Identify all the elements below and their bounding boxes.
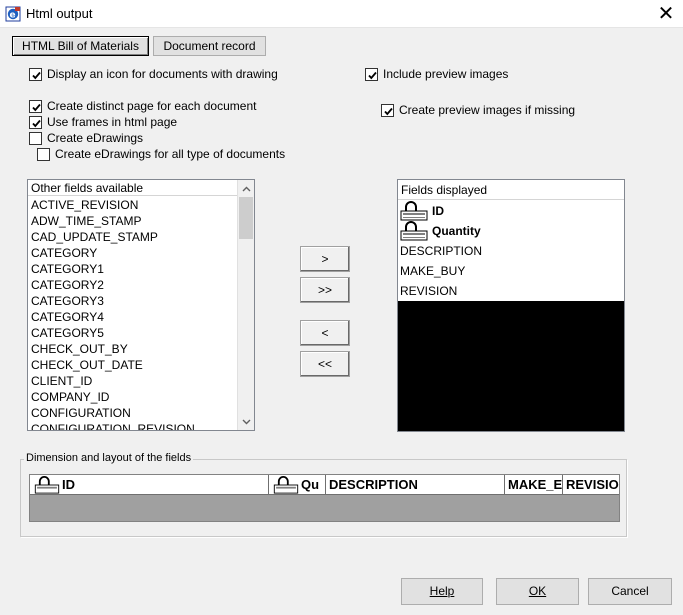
checkmark-icon[interactable]	[29, 115, 42, 129]
tab-document-record[interactable]: Document record	[153, 36, 266, 56]
edrawings-all-label: Create eDrawings for all type of documen…	[55, 147, 286, 161]
list-item[interactable]: CLIENT_ID	[31, 373, 92, 389]
remove-field-button[interactable]: <	[300, 320, 350, 346]
list-item[interactable]: DESCRIPTION	[400, 241, 482, 261]
list-item[interactable]: ADW_TIME_STAMP	[31, 213, 141, 229]
field-label: Quantity	[432, 224, 481, 238]
remove-field-label: <	[321, 326, 329, 340]
ok-label: OK	[528, 584, 547, 598]
column-header[interactable]: Qu	[269, 475, 326, 495]
edrawings-all-checkbox[interactable]: Create eDrawings for all type of documen…	[37, 147, 285, 161]
scroll-down-icon[interactable]	[238, 413, 254, 430]
checkbox-box[interactable]	[29, 131, 42, 145]
lock-icon	[400, 201, 428, 221]
list-item[interactable]: COMPANY_ID	[31, 389, 109, 405]
layout-grid-header: ID Qu DESCRIPTION MAKE_E REVISIO	[30, 475, 619, 495]
list-item[interactable]: CATEGORY1	[31, 261, 104, 277]
list-item[interactable]: CHECK_OUT_BY	[31, 341, 128, 357]
help-button[interactable]: Help	[401, 578, 483, 605]
column-label: MAKE_E	[508, 477, 563, 492]
app-icon: e	[5, 6, 21, 22]
help-label: Help	[429, 584, 455, 598]
column-header[interactable]: MAKE_E	[505, 475, 563, 495]
lock-icon	[273, 476, 299, 494]
remove-all-label: <<	[317, 357, 332, 371]
column-header[interactable]: ID	[30, 475, 269, 495]
list-item[interactable]: Quantity	[400, 221, 481, 241]
list-item[interactable]: CATEGORY4	[31, 309, 104, 325]
create-edrawings-checkbox[interactable]: Create eDrawings	[29, 131, 143, 145]
add-field-label: >	[321, 252, 329, 266]
layout-group-legend: Dimension and layout of the fields	[24, 452, 194, 464]
distinct-page-checkbox[interactable]: Create distinct page for each document	[29, 99, 256, 113]
list-item[interactable]: REVISION	[400, 281, 457, 301]
list-item[interactable]: CATEGORY3	[31, 293, 104, 309]
add-all-label: >>	[317, 283, 332, 297]
available-fields-list[interactable]: Other fields available ACTIVE_REVISION A…	[27, 179, 255, 431]
tab-html-bom-label: HTML Bill of Materials	[22, 39, 139, 53]
field-label: DESCRIPTION	[400, 244, 483, 258]
include-preview-label: Include preview images	[383, 67, 509, 81]
display-icon-label: Display an icon for documents with drawi…	[47, 67, 278, 81]
svg-text:e: e	[10, 10, 16, 20]
lock-icon	[400, 221, 428, 241]
list-item[interactable]: CAD_UPDATE_STAMP	[31, 229, 158, 245]
available-fields-header: Other fields available	[28, 180, 237, 196]
include-preview-checkbox[interactable]: Include preview images	[365, 67, 508, 81]
close-icon[interactable]: ✕	[650, 1, 682, 27]
checkmark-icon[interactable]	[29, 67, 42, 81]
scroll-up-icon[interactable]	[238, 180, 254, 197]
add-field-button[interactable]: >	[300, 246, 350, 272]
display-icon-checkbox[interactable]: Display an icon for documents with drawi…	[29, 67, 278, 81]
checkmark-icon[interactable]	[381, 103, 394, 117]
window-title: Html output	[26, 6, 93, 21]
list-item[interactable]: ACTIVE_REVISION	[31, 197, 138, 213]
column-label: Qu	[301, 477, 320, 492]
create-edrawings-label: Create eDrawings	[47, 131, 144, 145]
use-frames-checkbox[interactable]: Use frames in html page	[29, 115, 177, 129]
field-label: REVISION	[400, 284, 458, 298]
displayed-fields-list[interactable]: Fields displayed ID Quantity DESCRIPTION…	[397, 179, 625, 432]
field-label: ID	[432, 204, 444, 218]
list-item[interactable]: CATEGORY2	[31, 277, 104, 293]
column-header[interactable]: DESCRIPTION	[326, 475, 505, 495]
cancel-label: Cancel	[611, 584, 649, 598]
create-preview-label: Create preview images if missing	[399, 103, 576, 117]
checkmark-icon[interactable]	[29, 99, 42, 113]
remove-all-fields-button[interactable]: <<	[300, 351, 350, 377]
list-item[interactable]: CATEGORY	[31, 245, 97, 261]
distinct-page-label: Create distinct page for each document	[47, 99, 257, 113]
tab-document-record-label: Document record	[163, 39, 256, 53]
scrollbar-thumb[interactable]	[239, 197, 253, 239]
layout-grid[interactable]: ID Qu DESCRIPTION MAKE_E REVISIO	[29, 474, 620, 522]
list-item[interactable]: CONFIGURATION_REVISION	[31, 421, 195, 430]
add-all-fields-button[interactable]: >>	[300, 277, 350, 303]
checkmark-icon[interactable]	[365, 67, 378, 81]
lock-icon	[34, 476, 60, 494]
column-label: ID	[62, 477, 75, 492]
available-list-scrollbar[interactable]	[237, 180, 254, 430]
column-label: DESCRIPTION	[329, 477, 418, 492]
list-item[interactable]: MAKE_BUY	[400, 261, 465, 281]
column-label: REVISIO	[566, 477, 619, 492]
title-bar: e Html output ✕	[0, 0, 683, 28]
list-item[interactable]: CATEGORY5	[31, 325, 104, 341]
column-header[interactable]: REVISIO	[563, 475, 619, 495]
create-preview-checkbox[interactable]: Create preview images if missing	[381, 103, 575, 117]
list-item[interactable]: CONFIGURATION	[31, 405, 131, 421]
list-item[interactable]: CHECK_OUT_DATE	[31, 357, 143, 373]
use-frames-label: Use frames in html page	[47, 115, 178, 129]
cancel-button[interactable]: Cancel	[588, 578, 672, 605]
ok-button[interactable]: OK	[496, 578, 579, 605]
field-label: MAKE_BUY	[400, 264, 466, 278]
tab-html-bom[interactable]: HTML Bill of Materials	[12, 36, 149, 56]
displayed-fields-header: Fields displayed	[398, 180, 624, 200]
list-item[interactable]: ID	[400, 201, 444, 221]
checkbox-box[interactable]	[37, 147, 50, 161]
